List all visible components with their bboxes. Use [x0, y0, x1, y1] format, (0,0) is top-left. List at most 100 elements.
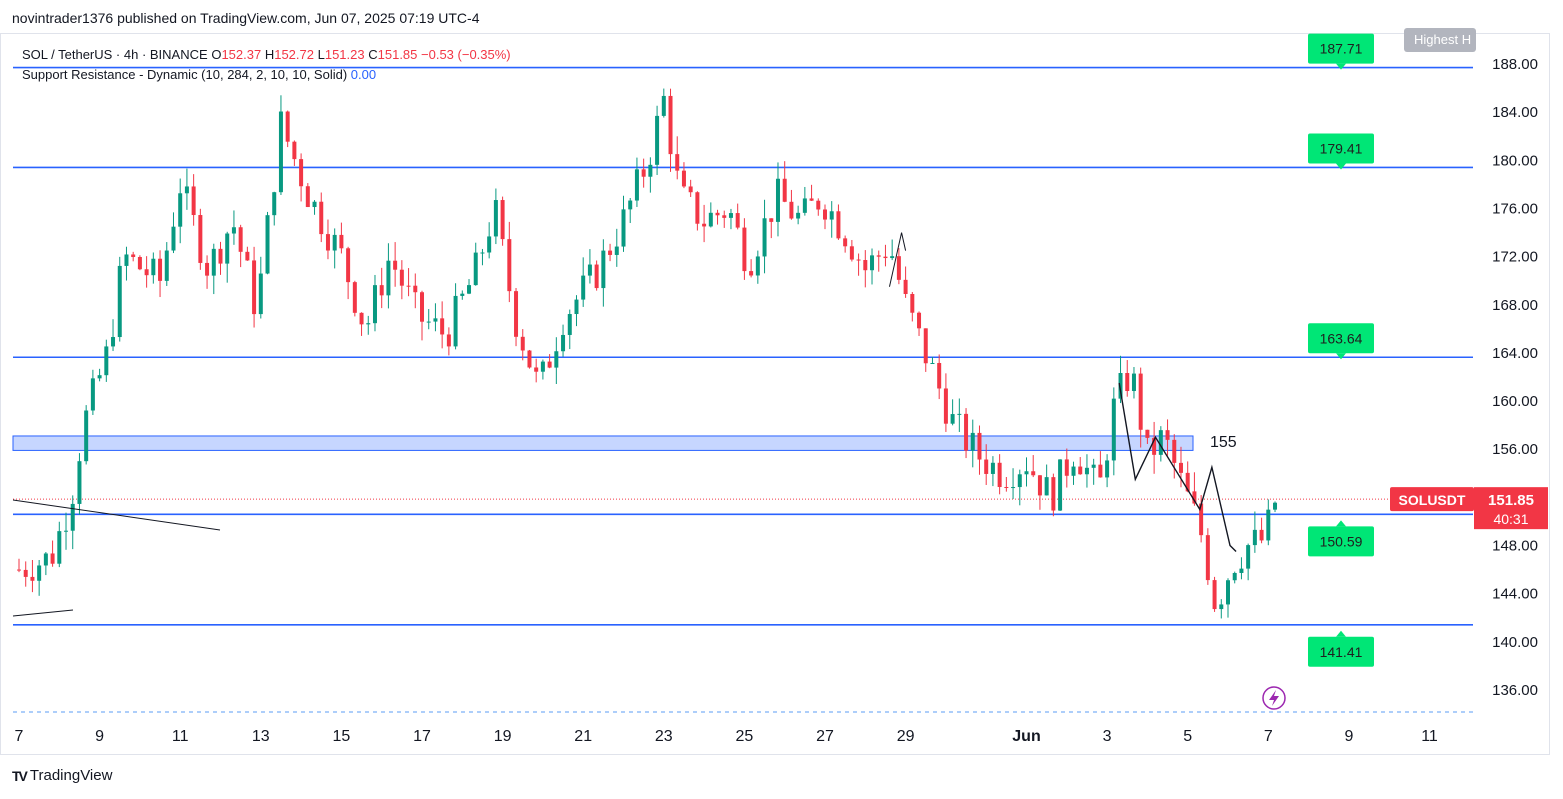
time-tick-label: 21: [574, 728, 592, 745]
candle-body: [198, 215, 203, 263]
candle-body: [681, 170, 686, 187]
candle-up: [567, 309, 572, 350]
candle-body: [1145, 429, 1150, 438]
level-tag-label: 187.71: [1320, 41, 1363, 57]
candle-body: [171, 226, 176, 251]
candle-body: [325, 234, 330, 251]
candle-body: [1205, 535, 1210, 581]
candle-up: [64, 512, 69, 550]
candle-body: [1024, 471, 1029, 475]
candle-body: [977, 432, 982, 460]
candle-down: [943, 373, 948, 432]
candle-up: [1273, 501, 1278, 513]
candle-body: [258, 273, 263, 315]
candle-body: [440, 318, 445, 335]
candle-down: [856, 253, 861, 276]
change-value: −0.53 (−0.35%): [421, 47, 511, 62]
candle-body: [205, 262, 210, 276]
candle-up: [1219, 599, 1224, 619]
candle-body: [245, 251, 250, 261]
candle-body: [332, 234, 337, 251]
price-tick-label: 176.00: [1492, 201, 1538, 218]
candle-body: [1031, 471, 1036, 476]
candle-body: [668, 95, 673, 155]
candle-body: [823, 209, 827, 220]
price-tick-label: 168.00: [1492, 297, 1538, 314]
candle-body: [1259, 529, 1264, 541]
candle-up: [70, 495, 75, 550]
candle-up: [1266, 499, 1271, 546]
candle-body: [608, 250, 613, 255]
candle-down: [1205, 528, 1210, 585]
candle-body: [702, 223, 707, 227]
level-tag-pointer: [1336, 630, 1346, 637]
candle-body: [816, 200, 821, 210]
candle-body: [990, 462, 995, 474]
time-tick-label: 15: [333, 728, 351, 745]
candle-body: [581, 275, 586, 300]
candle-body: [688, 186, 693, 193]
time-tick-label: Jun: [1012, 728, 1040, 745]
symbol-info[interactable]: SOL / TetherUS · 4h · BINANCE: [22, 47, 208, 62]
candle-body: [507, 239, 512, 292]
candle-up: [1105, 454, 1110, 488]
time-axis: 7 9 11 13 15 17 19 21 23 25 27 29 Jun 3 5 7 9 11: [15, 728, 1438, 745]
candle-body: [265, 215, 270, 274]
candle-up: [561, 324, 566, 357]
candle-up: [648, 157, 653, 193]
candle-body: [30, 576, 35, 581]
candle-down: [1051, 473, 1056, 517]
candle-body: [1064, 459, 1069, 476]
close-label: C: [368, 47, 378, 62]
candle-body: [742, 227, 747, 272]
candle-up: [802, 186, 807, 216]
price-axis: 188.00 184.00 180.00 176.00 172.00 168.00 164.…: [1492, 56, 1538, 699]
candle-down: [1125, 360, 1130, 397]
candle-body: [762, 218, 767, 257]
candle-up: [111, 319, 116, 352]
candle-body: [1051, 477, 1056, 511]
drawings: [12, 232, 1237, 617]
candle-down: [158, 250, 163, 298]
candle-body: [346, 248, 351, 283]
high-value: 152.72: [274, 47, 314, 62]
candle-body: [789, 201, 794, 219]
candle-body: [775, 178, 780, 222]
candle-body: [1058, 459, 1063, 511]
candle-body: [372, 285, 377, 324]
price-tick-label: 188.00: [1492, 56, 1538, 73]
candle-body: [547, 361, 552, 368]
last-price-label: 151.85: [1488, 492, 1534, 509]
candle-body: [849, 246, 854, 260]
candle-body: [1084, 467, 1089, 475]
pattern-drawing: [1118, 382, 1237, 553]
indicator-line: Support Resistance - Dynamic (10, 284, 2…: [22, 65, 511, 85]
candle-body: [1226, 580, 1230, 605]
candle-down: [292, 140, 297, 166]
candle-body: [23, 569, 28, 577]
candle-down: [964, 408, 969, 459]
candle-body: [534, 367, 539, 372]
candlestick-chart[interactable]: 155 188.00184.00180.00176.00172.00168.00…: [0, 0, 1563, 799]
candle-body: [399, 269, 404, 286]
candle-down: [937, 354, 942, 400]
candle-up: [211, 243, 216, 295]
candle-down: [883, 244, 888, 267]
indicator-name[interactable]: Support Resistance - Dynamic (10, 284, 2…: [22, 67, 347, 82]
candle-up: [460, 290, 465, 300]
candle-body: [755, 256, 760, 276]
candle-body: [856, 259, 861, 261]
candle-body: [984, 459, 989, 474]
candle-down: [191, 174, 196, 226]
candle-body: [964, 413, 969, 451]
candle-body: [870, 255, 875, 271]
candle-body: [923, 328, 928, 364]
lightning-icon-bolt: [1269, 690, 1279, 706]
tradingview-footer[interactable]: TV TradingView: [12, 767, 112, 784]
candle-body: [896, 256, 901, 280]
time-tick-label: 11: [1421, 728, 1438, 745]
candle-up: [258, 256, 263, 319]
candle-down: [1259, 517, 1264, 544]
candle-down: [339, 222, 344, 254]
candle-body: [1138, 373, 1143, 430]
